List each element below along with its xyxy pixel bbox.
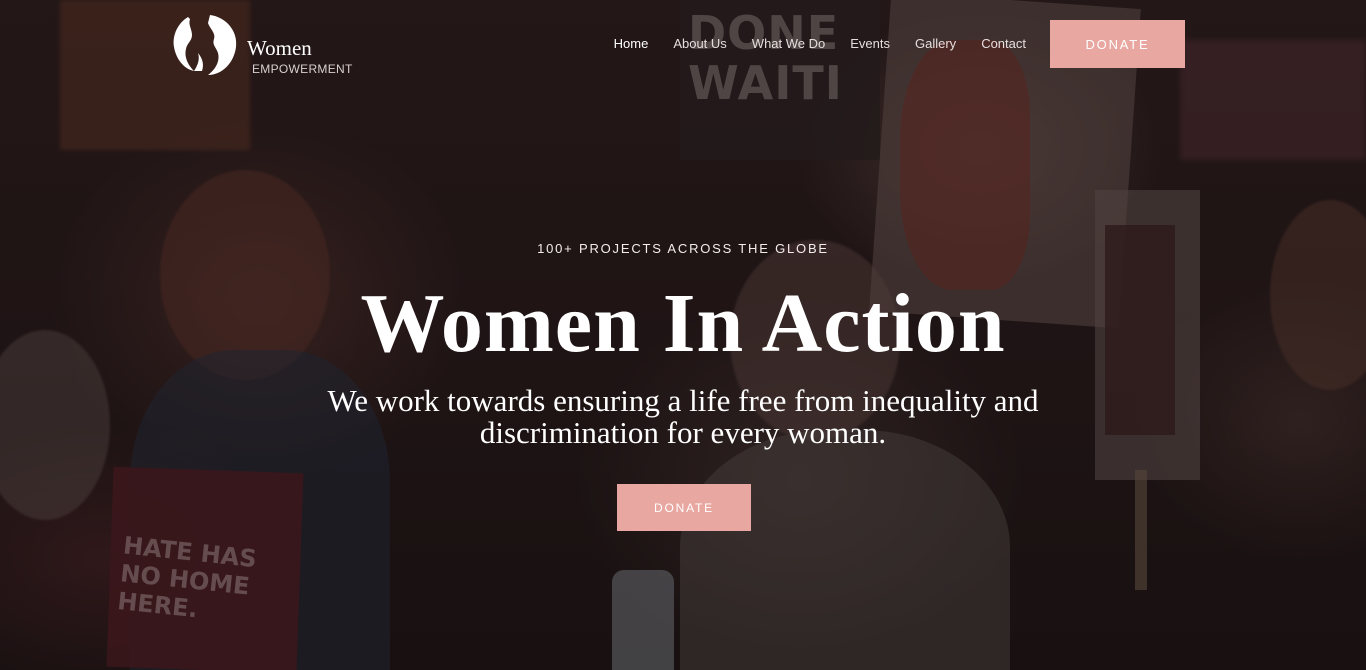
- hero-title: Women In Action: [360, 277, 1006, 370]
- hero-donate-button[interactable]: DONATE: [617, 484, 751, 531]
- hero-kicker: 100+ PROJECTS ACROSS THE GLOBE: [537, 241, 829, 256]
- brand-subtitle: EMPOWERMENT: [252, 62, 353, 76]
- nav-item-what-we-do[interactable]: What We Do: [752, 36, 825, 52]
- nav-item-gallery[interactable]: Gallery: [915, 36, 956, 52]
- hero-subtitle: We work towards ensuring a life free fro…: [327, 383, 1039, 450]
- brand-title: Women: [247, 36, 312, 60]
- nav-item-contact[interactable]: Contact: [981, 36, 1026, 52]
- nav-item-home[interactable]: Home: [614, 36, 649, 52]
- nav-item-events[interactable]: Events: [850, 36, 890, 52]
- header-donate-button[interactable]: DONATE: [1050, 20, 1185, 68]
- main-navigation: Home About Us What We Do Events Gallery …: [614, 36, 1026, 52]
- site-logo[interactable]: Women EMPOWERMENT: [170, 13, 355, 77]
- women-silhouettes-logo-icon: [173, 15, 237, 75]
- nav-item-about-us[interactable]: About Us: [673, 36, 726, 52]
